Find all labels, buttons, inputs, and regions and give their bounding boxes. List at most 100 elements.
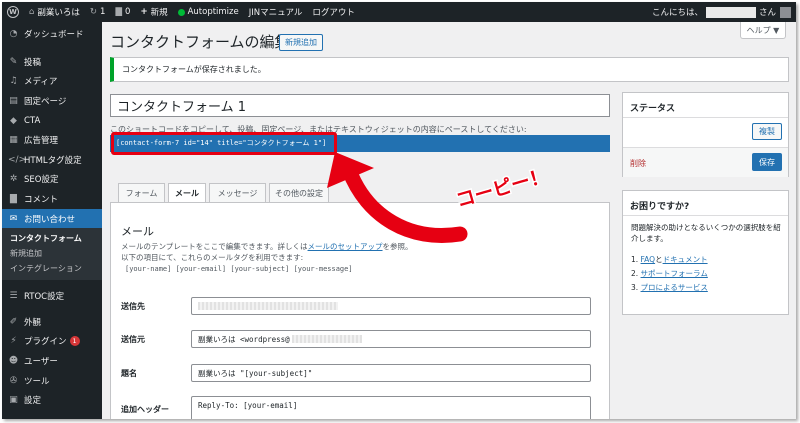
shortcode-highlight-box: [111, 132, 337, 155]
site-name: 副業いろは: [37, 8, 80, 18]
settings-icon: ▣: [9, 395, 18, 406]
updates-link[interactable]: ↻ 1: [85, 2, 111, 22]
pro-services-link[interactable]: プロによるサービス: [641, 283, 708, 292]
brush-icon: ✐: [9, 316, 18, 327]
delete-link[interactable]: 削除: [630, 158, 646, 169]
support-forum-link[interactable]: サポートフォーラム: [641, 269, 708, 278]
help-description: 問題解決の助けとなるいくつかの選択肢を紹介します。: [631, 223, 781, 243]
sidebar-item-appearance[interactable]: ✐ 外観: [2, 312, 102, 332]
new-label: 新規: [150, 8, 168, 18]
submenu-item-integration[interactable]: インテグレーション: [2, 261, 102, 276]
page-title: コンタクトフォームの編集: [110, 33, 290, 51]
tab-mail[interactable]: メール: [168, 183, 206, 203]
comment-icon: ▇: [10, 193, 17, 204]
mail-desc-text-3: 以下の項目にて、これらのメールタグを利用できます:: [121, 253, 304, 262]
faq-link[interactable]: FAQ: [641, 255, 656, 264]
mail-panel: メール メールのテンプレートをここで編集できます。詳しくはメールのセットアップを…: [110, 202, 610, 419]
sidebar-item-label: コメント: [24, 194, 59, 205]
sidebar-item-label: メディア: [24, 77, 58, 88]
sidebar-item-tools[interactable]: ✇ ツール: [2, 371, 102, 391]
tab-additional-settings[interactable]: その他の設定: [269, 183, 329, 202]
subject-label: 題名: [121, 369, 137, 378]
mail-setup-link[interactable]: メールのセットアップ: [308, 242, 383, 251]
additional-headers-textarea[interactable]: Reply-To: [your-email]: [191, 396, 591, 419]
from-label: 送信元: [121, 335, 145, 344]
jin-manual-link[interactable]: JINマニュアル: [244, 2, 308, 22]
mail-heading: メール: [121, 225, 154, 238]
sidebar-item-comments[interactable]: ▇ コメント: [2, 189, 102, 209]
plugin-icon: ⚡: [10, 336, 17, 347]
tab-form[interactable]: フォーム: [118, 183, 165, 202]
to-field[interactable]: [191, 297, 591, 315]
sidebar-item-seo[interactable]: ✲ SEO設定: [2, 170, 102, 190]
duplicate-button[interactable]: 複製: [752, 123, 782, 140]
greeting-text: こんにちは、: [651, 8, 703, 18]
list-icon: ☰: [9, 291, 18, 302]
submenu-item-contact-forms[interactable]: コンタクトフォーム: [2, 231, 102, 246]
media-icon: ♫: [9, 76, 18, 87]
page-icon: ▤: [9, 95, 18, 106]
sidebar-item-plugins[interactable]: ⚡ プラグイン 1: [2, 332, 102, 352]
from-field[interactable]: 副業いろは <wordpress@: [191, 330, 591, 348]
mail-icon: ✉: [9, 213, 18, 224]
docs-link[interactable]: ドキュメント: [663, 255, 708, 264]
sidebar-item-media[interactable]: ♫ メディア: [2, 72, 102, 92]
sidebar-item-contact[interactable]: ✉ お問い合わせ: [2, 208, 102, 229]
username-redacted: [705, 6, 756, 18]
sidebar-item-label: お問い合わせ: [24, 214, 76, 225]
sidebar-item-label: HTMLタグ設定: [24, 155, 82, 166]
sidebar-item-posts[interactable]: ✎ 投稿: [2, 52, 102, 72]
code-icon: </>: [8, 154, 27, 165]
wordpress-menu[interactable]: W: [2, 2, 24, 22]
greeting-suffix: さん: [758, 8, 776, 18]
home-icon: ⌂: [29, 7, 35, 17]
sidebar-item-label: 広告管理: [24, 136, 59, 147]
mail-desc-text-2: を参照。: [382, 242, 413, 251]
tag-icon: ◆: [10, 115, 17, 126]
save-button[interactable]: 保存: [752, 153, 782, 171]
autoptimize-link[interactable]: Autoptimize: [173, 2, 244, 22]
sidebar-item-label: ダッシュボード: [24, 30, 84, 40]
site-name-link[interactable]: ⌂ 副業いろは: [24, 2, 85, 22]
help-list: 1. FAQとドキュメント 2. サポートフォーラム 3. プロによるサービス: [631, 253, 708, 295]
sidebar-item-ads[interactable]: ▦ 広告管理: [2, 130, 102, 150]
sidebar-item-label: 固定ページ: [24, 96, 67, 107]
jin-manual-label: JINマニュアル: [248, 8, 303, 18]
redacted-domain: [291, 335, 362, 343]
status-actions: 削除 保存: [623, 147, 788, 177]
dashboard-icon: ◔: [9, 29, 18, 39]
to-label: 送信先: [121, 302, 145, 311]
sidebar-item-label: ツール: [24, 376, 50, 387]
tab-messages[interactable]: メッセージ: [209, 183, 266, 202]
form-title-input[interactable]: コンタクトフォーム 1: [110, 94, 610, 117]
subject-field[interactable]: 副業いろは "[your-subject]": [191, 364, 591, 382]
new-content-link[interactable]: + 新規: [135, 2, 172, 22]
add-new-button[interactable]: 新規追加: [279, 34, 323, 51]
help-tab-button[interactable]: ヘルプ ▼: [740, 22, 786, 39]
status-title: ステータス: [630, 104, 676, 114]
sidebar-item-dashboard[interactable]: ◔ ダッシュボード: [2, 22, 102, 46]
sidebar-item-users[interactable]: ☻ ユーザー: [2, 351, 102, 371]
comment-count: 0: [125, 7, 131, 17]
subject-value: 副業いろは "[your-subject]": [198, 368, 313, 378]
wrench-icon: ✇: [9, 375, 18, 386]
sidebar-item-rtoc[interactable]: ☰ RTOC設定: [2, 286, 102, 306]
ad-icon: ▦: [9, 135, 18, 146]
sidebar-item-html-tags[interactable]: </> HTMLタグ設定: [2, 150, 102, 170]
plugin-update-badge: 1: [69, 336, 80, 347]
account-menu[interactable]: こんにちは、 さん: [647, 2, 796, 22]
mail-desc-text: メールのテンプレートをここで編集できます。詳しくは: [121, 242, 308, 251]
sidebar-item-settings[interactable]: ▣ 設定: [2, 390, 102, 410]
sidebar-item-label: 投稿: [24, 57, 42, 68]
submenu-item-add-new[interactable]: 新規追加: [2, 246, 102, 261]
sidebar-item-pages[interactable]: ▤ 固定ページ: [2, 91, 102, 111]
redacted-email: [198, 302, 338, 310]
help-title: お困りですか?: [630, 202, 690, 212]
sidebar-item-cta[interactable]: ◆ CTA: [2, 111, 102, 131]
logout-label: ログアウト: [312, 8, 355, 18]
help-box: お困りですか? 問題解決の助けとなるいくつかの選択肢を紹介します。 1. FAQ…: [622, 190, 789, 315]
sidebar-item-label: 設定: [24, 396, 42, 407]
headers-value: Reply-To: [your-email]: [198, 401, 298, 410]
comments-link[interactable]: ▇ 0: [110, 2, 135, 22]
logout-link[interactable]: ログアウト: [307, 2, 360, 22]
